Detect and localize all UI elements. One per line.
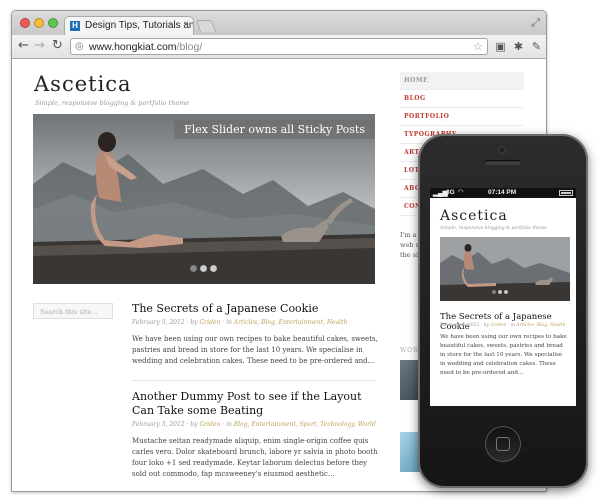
slider-dot[interactable] <box>498 290 502 294</box>
star-icon[interactable]: ☆ <box>473 40 483 53</box>
post-categories[interactable]: Articles, Blog, Entertainment, Health <box>234 319 348 326</box>
post-date: February 5, 2012 <box>132 421 185 428</box>
new-tab-button[interactable] <box>195 20 217 32</box>
speaker-grill <box>485 160 521 165</box>
menu-item-blog[interactable]: BLOG <box>400 90 524 108</box>
close-window-button[interactable] <box>20 18 30 28</box>
slider-dot[interactable] <box>504 290 508 294</box>
post-title[interactable]: The Secrets of a Japanese Cookie <box>132 302 382 316</box>
mobile-slider-pagination <box>492 279 510 298</box>
post-excerpt: Mustache seitan readymade aliquip, enim … <box>132 437 378 478</box>
mobile-site-tagline: Simple, responsive blogging & portfolio … <box>440 226 547 231</box>
post-meta: February 5, 2012 · by Griden · in Blog, … <box>132 421 376 428</box>
wrench-icon[interactable]: ✎ <box>530 40 543 53</box>
mobile-featured-slider[interactable] <box>440 237 570 301</box>
camera-icon[interactable]: ▣ <box>494 40 507 53</box>
post-item: The Secrets of a Japanese Cookie Februar… <box>132 302 382 367</box>
post-author[interactable]: Griden <box>200 319 221 326</box>
maximize-window-button[interactable] <box>48 18 58 28</box>
minimize-window-button[interactable] <box>34 18 44 28</box>
tab-title: Design Tips, Tutorials and In <box>85 20 194 31</box>
post-title[interactable]: Another Dummy Post to see if the Layout … <box>132 390 382 418</box>
post-date: February 5, 2012 <box>132 319 185 326</box>
tab-bar: H Design Tips, Tutorials and In × ⤢ <box>12 11 546 35</box>
back-arrow-icon[interactable]: ← <box>18 38 29 53</box>
url-path: /blog/ <box>176 41 203 53</box>
site-title[interactable]: Ascetica <box>34 72 132 96</box>
slider-dot[interactable] <box>190 265 197 272</box>
favicon-icon: H <box>70 21 80 31</box>
address-bar[interactable]: ◎ www.hongkiat.com/blog/ ☆ <box>70 38 488 55</box>
status-bar: ▂▄▆ 3G ◠ 07:14 PM <box>430 188 576 198</box>
url-host: www.hongkiat.com <box>89 41 177 53</box>
menu-item-home[interactable]: HOME <box>400 72 524 90</box>
phone-screen: ▂▄▆ 3G ◠ 07:14 PM Ascetica Simple, respo… <box>430 188 576 406</box>
search-input[interactable]: Search this site... <box>33 303 113 319</box>
menu-item-portfolio[interactable]: PORTFOLIO <box>400 108 524 126</box>
globe-icon: ◎ <box>75 41 84 52</box>
home-button[interactable] <box>485 426 521 462</box>
battery-icon <box>559 190 573 196</box>
camera-dot <box>498 146 506 154</box>
post-excerpt: We have been using our own recipes to ba… <box>132 335 378 365</box>
site-tagline: Simple, responsive blogging & portfolio … <box>35 99 190 107</box>
post-item: Another Dummy Post to see if the Layout … <box>132 390 382 480</box>
post-meta: February 5, 2012 · by Griden · in Articl… <box>132 319 348 326</box>
forward-arrow-icon[interactable]: → <box>34 38 45 53</box>
close-icon[interactable]: × <box>183 19 189 30</box>
carrier-label: 3G <box>446 189 455 196</box>
featured-slider[interactable]: Flex Slider owns all Sticky Posts <box>33 114 375 284</box>
browser-toolbar: ← → ↻ ◎ www.hongkiat.com/blog/ ☆ ▣ ✱ ✎ <box>12 35 546 59</box>
puzzle-icon[interactable]: ✱ <box>512 40 525 53</box>
slider-caption[interactable]: Flex Slider owns all Sticky Posts <box>174 120 375 139</box>
divider <box>132 380 376 381</box>
slider-pagination <box>190 257 220 276</box>
wifi-icon: ◠ <box>458 188 464 196</box>
reload-icon[interactable]: ↻ <box>52 38 63 53</box>
post-categories[interactable]: Blog, Entertainment, Sport, Technology, … <box>234 421 376 428</box>
slider-dot[interactable] <box>210 265 217 272</box>
browser-tab[interactable]: H Design Tips, Tutorials and In × <box>64 16 194 35</box>
status-time: 07:14 PM <box>488 189 517 196</box>
mobile-post-title[interactable]: The Secrets of a Japanese Cookie <box>440 312 576 332</box>
mobile-post-excerpt: We have been using our own recipes to ba… <box>440 334 567 376</box>
slider-dot[interactable] <box>200 265 207 272</box>
iphone-device: ▂▄▆ 3G ◠ 07:14 PM Ascetica Simple, respo… <box>418 134 588 488</box>
post-author[interactable]: Griden <box>200 421 221 428</box>
fullscreen-icon[interactable]: ⤢ <box>531 16 540 30</box>
mobile-site-title[interactable]: Ascetica <box>440 208 508 224</box>
mobile-post-meta: February 5, 2012 · by Griden · in Articl… <box>440 323 566 328</box>
slider-dot[interactable] <box>492 290 496 294</box>
